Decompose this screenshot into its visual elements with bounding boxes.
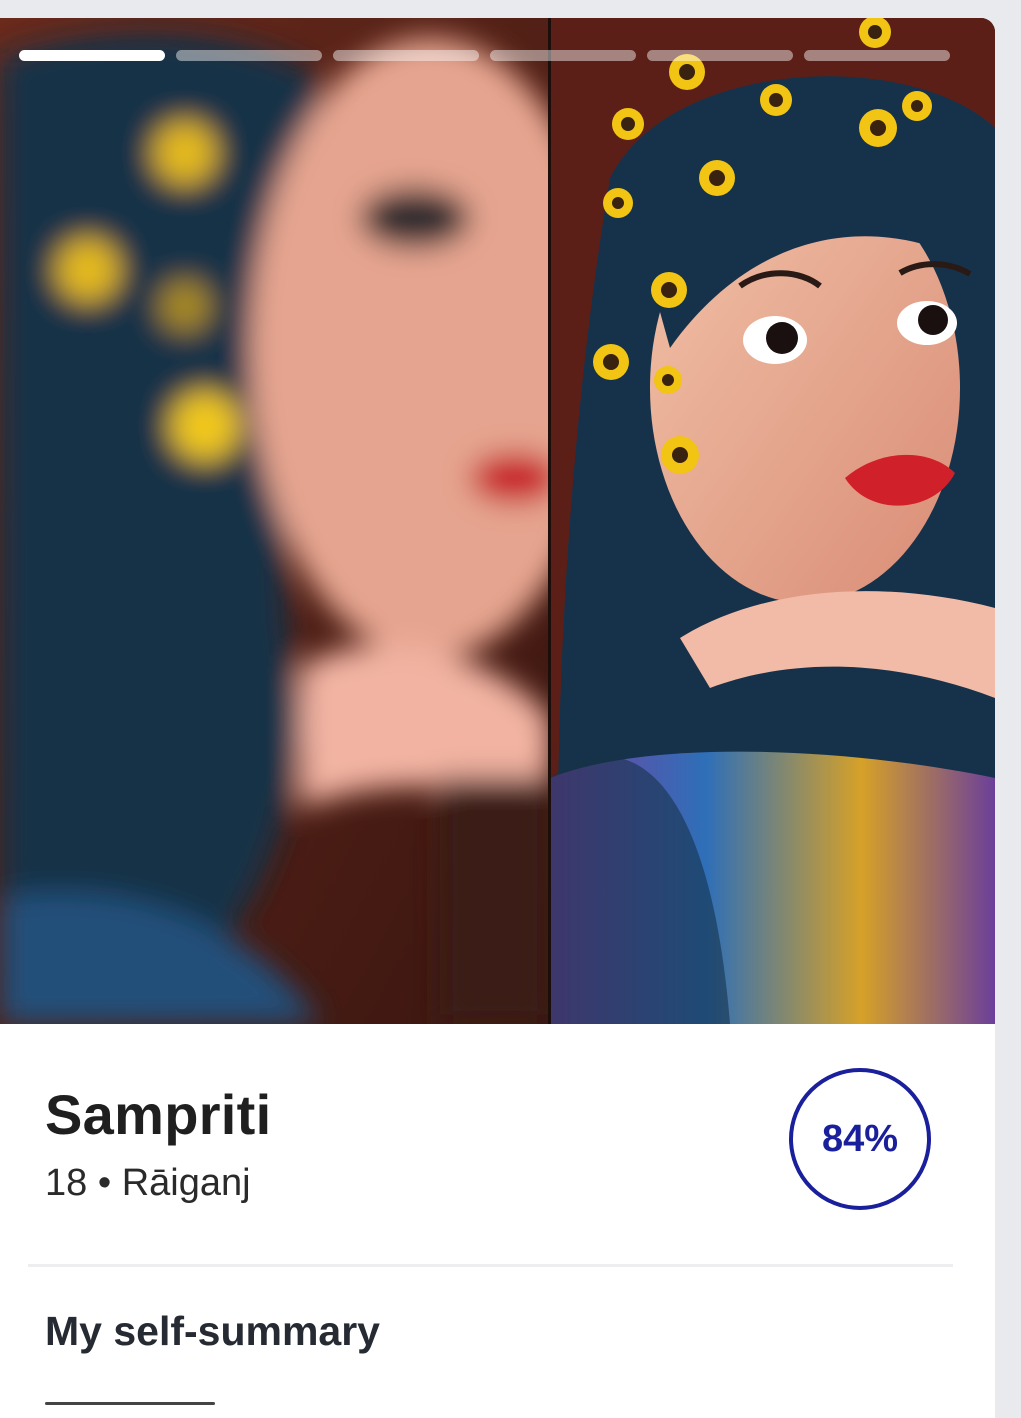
photo-progress-indicator [19,50,950,61]
section-divider [28,1264,953,1267]
photo-divider [548,18,551,1024]
photo-blurred-background [0,18,550,1024]
self-summary-text-cutoff [45,1388,305,1408]
profile-info: Sampriti 18 • Rāiganj 84% My self-summar… [0,1024,995,1418]
photo-progress-segment[interactable] [490,50,636,61]
photo-progress-segment[interactable] [19,50,165,61]
meta-separator: • [97,1162,112,1204]
profile-age-location: 18 • Rāiganj [45,1162,251,1205]
photo-progress-segment[interactable] [333,50,479,61]
photo-main [550,18,995,1024]
match-percentage-badge[interactable]: 84% [789,1068,931,1210]
profile-age: 18 [45,1162,88,1204]
profile-name: Sampriti [45,1083,272,1146]
photo-progress-segment[interactable] [647,50,793,61]
photo-progress-segment[interactable] [804,50,950,61]
profile-location: Rāiganj [121,1162,251,1204]
profile-card[interactable]: Sampriti 18 • Rāiganj 84% My self-summar… [0,18,995,1418]
photo-progress-segment[interactable] [176,50,322,61]
self-summary-heading: My self-summary [45,1308,380,1354]
profile-photo[interactable] [0,18,995,1024]
